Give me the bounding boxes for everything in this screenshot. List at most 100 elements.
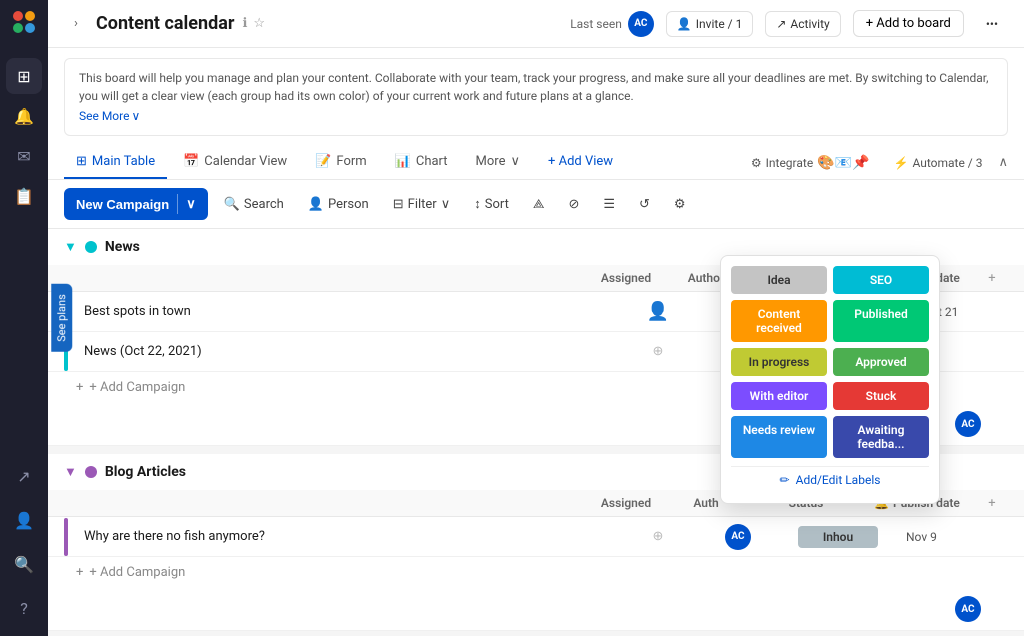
status-option-stuck[interactable]: Stuck [833, 382, 929, 410]
sidebar-item-arrow[interactable]: ↗ [6, 458, 42, 494]
table-icon: ⊞ [76, 154, 87, 169]
sidebar-item-bell[interactable]: 🔔 [6, 98, 42, 134]
filter-button[interactable]: ⊟ Filter ∨ [385, 192, 458, 217]
dropdown-arrow-icon: ∨ [186, 196, 196, 212]
status-badge[interactable]: Inhou [798, 526, 878, 548]
status-dropdown[interactable]: Idea SEO Content received Published In p… [720, 255, 940, 504]
status-option-seo[interactable]: SEO [833, 266, 929, 294]
tab-chart[interactable]: 📊 Chart [383, 146, 460, 179]
sidebar-item-mail[interactable]: ✉ [6, 138, 42, 174]
search-icon: 🔍 [224, 197, 240, 212]
sidebar-item-docs[interactable]: 📋 [6, 178, 42, 214]
calendar-icon: 📅 [183, 154, 199, 169]
row-author[interactable]: AC [698, 524, 778, 550]
sort-button[interactable]: ↕ Sort [466, 191, 517, 217]
last-seen-label: Last seen [570, 17, 622, 31]
author-avatar: AC [725, 524, 751, 550]
refresh-icon-button[interactable]: ↺ [631, 192, 658, 217]
avatar-placeholder: AC [955, 411, 981, 437]
status-option-approved[interactable]: Approved [833, 348, 929, 376]
page-title: Content calendar [96, 13, 234, 34]
unlink-icon-button[interactable]: ⊘ [560, 192, 587, 217]
col-add-button[interactable]: + [976, 271, 1008, 286]
status-option-with-editor[interactable]: With editor [731, 382, 827, 410]
see-plans-tab[interactable]: See plans [52, 284, 73, 352]
status-option-content-received[interactable]: Content received [731, 300, 827, 342]
assigned-person-icon: 👤 [647, 301, 669, 322]
pencil-icon: ✏ [780, 473, 790, 487]
tab-calendar-view[interactable]: 📅 Calendar View [171, 146, 299, 179]
info-icon[interactable]: ℹ [242, 16, 247, 31]
group-title-news: News [105, 239, 140, 255]
integrate-button[interactable]: ⚙ Integrate 🎨📧📌 [743, 151, 878, 175]
chart-icon: 📊 [395, 154, 411, 169]
search-button[interactable]: 🔍 Search [216, 192, 292, 217]
row-name[interactable]: Why are there no fish anymore? [76, 525, 618, 548]
star-icon[interactable]: ☆ [253, 16, 265, 31]
col-assigned-header: Assigned [586, 265, 666, 291]
new-campaign-button[interactable]: New Campaign ∨ [64, 188, 208, 220]
row-assigned[interactable]: ⊕ [618, 529, 698, 544]
plus-icon: + [76, 380, 83, 395]
collapse-button[interactable]: › [64, 12, 88, 36]
rows-icon-button[interactable]: ☰ [595, 192, 623, 217]
sidebar-item-grid[interactable]: ⊞ [6, 58, 42, 94]
row-assigned[interactable]: ⊕ [618, 344, 698, 359]
avatar-placeholder: AC [955, 596, 981, 622]
col-add-button[interactable]: + [976, 496, 1008, 511]
status-option-awaiting-feedback[interactable]: Awaiting feedba... [833, 416, 929, 458]
row-name[interactable]: News (Oct 22, 2021) [76, 340, 618, 363]
link-icon-button[interactable]: ⟁ [525, 192, 553, 217]
add-campaign-blog[interactable]: + + Add Campaign [48, 557, 1024, 588]
section-divider [48, 631, 1024, 636]
status-option-published[interactable]: Published [833, 300, 929, 342]
sidebar-logo[interactable] [10, 8, 38, 40]
col-assigned-header: Assigned [586, 490, 666, 516]
activity-button[interactable]: ↗ Activity [765, 11, 840, 37]
add-board-button[interactable]: + Add to board [853, 10, 964, 37]
group-collapse-icon: ▼ [64, 239, 77, 255]
sidebar-item-search[interactable]: 🔍 [6, 546, 42, 582]
collapse-icon[interactable]: ∧ [998, 155, 1008, 170]
sidebar-item-person[interactable]: 👤 [6, 502, 42, 538]
add-edit-labels-button[interactable]: ✏ Add/Edit Labels [731, 466, 929, 493]
status-option-idea[interactable]: Idea [731, 266, 827, 294]
sidebar: ⊞ 🔔 ✉ 📋 ↗ 👤 🔍 ? See plans [0, 0, 48, 636]
user-avatar: AC [628, 11, 654, 37]
invite-button[interactable]: 👤 Invite / 1 [666, 11, 754, 37]
settings-icon-button[interactable]: ⚙ [666, 192, 694, 217]
add-assigned-icon: ⊕ [653, 344, 664, 359]
see-more-link[interactable]: See More ∨ [79, 107, 993, 125]
group-title-blog: Blog Articles [105, 464, 186, 480]
description-box: This board will help you manage and plan… [64, 58, 1008, 136]
description-text: This board will help you manage and plan… [79, 71, 989, 103]
status-option-in-progress[interactable]: In progress [731, 348, 827, 376]
sidebar-item-help[interactable]: ? [6, 590, 42, 626]
automate-button[interactable]: ⚡ Automate / 3 [886, 152, 991, 174]
filter-chevron: ∨ [441, 197, 451, 212]
tab-more[interactable]: More ∨ [464, 146, 532, 179]
more-button[interactable]: ••• [976, 12, 1008, 36]
header-icons: ℹ ☆ [242, 16, 265, 31]
view-tabs: ⊞ Main Table 📅 Calendar View 📝 Form 📊 Ch… [48, 146, 1024, 180]
plus-icon: + [76, 565, 83, 580]
group-color-dot [85, 241, 97, 253]
tab-main-table[interactable]: ⊞ Main Table [64, 146, 167, 179]
integrate-icon: ⚙ [751, 156, 762, 170]
row-border [64, 518, 68, 556]
col-name-header [76, 272, 586, 284]
person-button[interactable]: 👤 Person [300, 192, 377, 217]
chevron-down-icon: ∨ [131, 107, 140, 125]
tab-add-view[interactable]: + Add View [536, 146, 625, 179]
row-assigned[interactable]: 👤 [618, 301, 698, 322]
row-name[interactable]: Best spots in town [76, 300, 618, 323]
status-option-needs-review[interactable]: Needs review [731, 416, 827, 458]
filter-icon: ⊟ [393, 197, 404, 212]
chevron-down-icon-more: ∨ [510, 154, 520, 169]
invite-icon: 👤 [677, 17, 692, 31]
header-right: Last seen AC 👤 Invite / 1 ↗ Activity + A… [570, 10, 1008, 37]
person-filter-icon: 👤 [308, 197, 324, 212]
col-name-header [76, 497, 586, 509]
tab-form[interactable]: 📝 Form [303, 146, 378, 179]
group-collapse-icon: ▼ [64, 464, 77, 480]
